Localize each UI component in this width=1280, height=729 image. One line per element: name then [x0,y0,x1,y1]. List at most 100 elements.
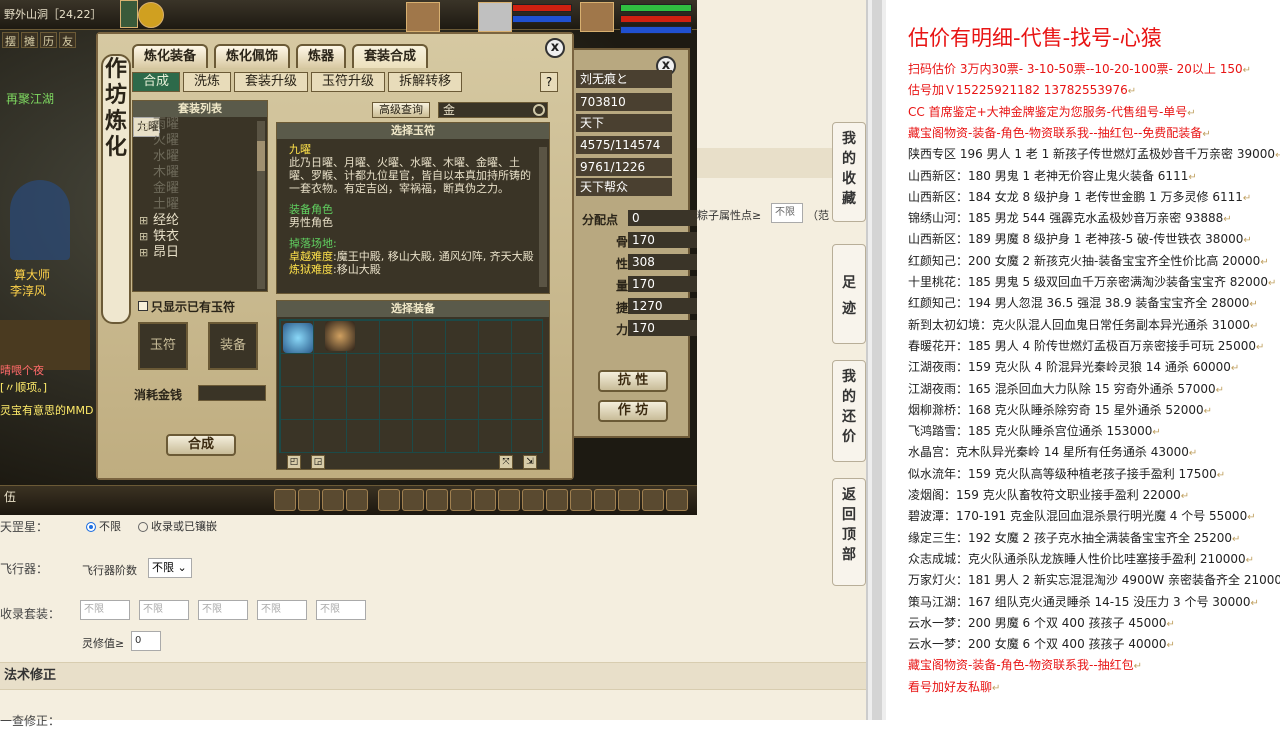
talisman-name: 九曜 [289,143,311,156]
zongzi-input[interactable]: 不限 [771,203,803,223]
set-list-item[interactable]: 火曜 [133,133,267,149]
aircraft-level-select[interactable]: 不限 ⌄ [148,558,192,578]
tab-refiner[interactable]: 炼器 [296,44,347,68]
set-input-5[interactable]: 不限 [316,600,366,620]
chat-channel[interactable]: 伍 [0,488,260,506]
attack-icon[interactable] [378,489,400,511]
set-list-item[interactable]: 雨曜 [133,117,267,133]
talisman-header: 选择玉符 [277,123,549,139]
vip-badge-icon[interactable] [138,2,164,28]
line-return-icon: ↵ [1230,363,1240,375]
only-have-toggle[interactable]: 只显示已有玉符 [138,298,235,315]
radio-unlimited[interactable]: 不限 [86,518,121,534]
workshop-button[interactable]: 作 坊 [598,400,668,422]
back-to-top-button[interactable]: 返回顶部 [832,478,866,586]
team-icon[interactable] [474,489,496,511]
compose-button[interactable]: 合成 [166,434,236,456]
page-prev-icon[interactable]: ◰ [287,455,301,469]
expand-toggle-icon[interactable]: ⊞ [139,229,148,245]
help-button[interactable]: ? [540,72,558,92]
pet-portrait-icon[interactable] [406,2,440,32]
tab-refine-accessory[interactable]: 炼化佩饰 [214,44,291,68]
search-icon[interactable] [533,104,545,116]
tab-set-compose[interactable]: 套装合成 [352,44,429,68]
guild-icon[interactable] [546,489,568,511]
expand-icon[interactable]: ⤧ [499,455,513,469]
talisman-scrollbar[interactable] [539,147,547,287]
equip-grid[interactable] [279,319,543,453]
system-icon[interactable] [618,489,640,511]
equip-slot[interactable]: 装备 [208,322,258,370]
set-list-item[interactable]: 土曜 [133,197,267,213]
page-next-icon[interactable]: ◲ [311,455,325,469]
my-favorites-button[interactable]: 我的收藏 [832,122,866,222]
set-list-item[interactable]: 木曜 [133,165,267,181]
subtab-set-upgrade[interactable]: 套装升级 [234,72,309,92]
skills-icon[interactable] [570,489,592,511]
set-list-scroll-thumb[interactable] [257,141,265,171]
set-input-4[interactable]: 不限 [257,600,307,620]
shortcut-3[interactable]: 历 [40,32,57,48]
radio-included[interactable]: 收录或已镶嵌 [138,518,217,534]
subtab-dismantle[interactable]: 拆解转移 [388,72,463,92]
search-input[interactable]: 金 [438,102,548,118]
set-list-item[interactable]: 水曜 [133,149,267,165]
task-icon[interactable] [522,489,544,511]
friends-icon[interactable] [322,489,344,511]
map-toggle-icon[interactable] [120,0,138,28]
give-icon[interactable] [426,489,448,511]
scrollbar-track[interactable] [872,0,882,720]
pet-icon[interactable] [498,489,520,511]
advanced-search-button[interactable]: 高级查询 [372,102,430,118]
notepad-line: 锦绣山河：185 男龙 544 强霹克水孟极妙音万亲密 93888↵ [908,209,1232,226]
set-input-3[interactable]: 不限 [198,600,248,620]
expand-toggle-icon[interactable]: ⊞ [139,213,148,229]
sort-icon[interactable]: ⇲ [523,455,537,469]
set-list-item[interactable]: 金曜 [133,181,267,197]
subtab-talisman-upgrade[interactable]: 玉符升级 [311,72,386,92]
chat-bubble-icon[interactable] [346,489,368,511]
radio-included-dot[interactable] [138,522,148,532]
set-input-1[interactable]: 不限 [80,600,130,620]
resist-button[interactable]: 抗 性 [598,370,668,392]
set-input-2[interactable]: 不限 [139,600,189,620]
only-have-checkbox[interactable] [138,301,148,311]
player-portrait-icon[interactable] [580,2,614,32]
items-icon[interactable] [402,489,424,511]
char-title: 天下 [576,114,672,132]
tab-refine-equip[interactable]: 炼化装备 [132,44,209,68]
npc-sprite[interactable] [10,180,70,260]
side-title-char-2: 坊 [104,82,127,108]
notepad-line-text: 云水一梦：200 男魔 6 个双 400 孩孩子 45000 [908,615,1167,630]
mic-icon[interactable] [274,489,296,511]
shop-icon[interactable] [666,489,688,511]
expand-toggle-icon[interactable]: ⊞ [139,245,148,261]
subtab-wash[interactable]: 洗炼 [183,72,232,92]
set-list-item-label: 经纶 [153,213,180,228]
set-list-item[interactable]: ⊞ 经纶 [133,213,267,229]
pet-portrait-2-icon[interactable] [478,2,512,32]
notepad-line: 藏宝阁物资-装备-角色-物资联系我--抽红包--免费配装备↵ [908,124,1211,141]
game-topbar: 野外山洞［24,22］ [0,0,697,34]
footprint-button[interactable]: 足迹 [832,244,866,344]
shortcut-1[interactable]: 摆 [2,32,19,48]
set-list-item[interactable]: ⊞ 铁衣 [133,229,267,245]
shortcut-2[interactable]: 摊 [21,32,38,48]
book-icon[interactable] [594,489,616,511]
trade-icon[interactable] [450,489,472,511]
equip-item-1[interactable] [283,323,313,353]
emote-icon[interactable] [298,489,320,511]
set-list-item-label: 铁衣 [153,229,180,244]
talisman-slot[interactable]: 玉符 [138,322,188,370]
set-list-item[interactable]: ⊞ 昂日 [133,245,267,261]
lingxiu-input[interactable]: 0 [131,631,161,651]
settings-icon[interactable] [642,489,664,511]
equip-item-2[interactable] [325,321,355,351]
my-offers-button[interactable]: 我的还价 [832,360,866,462]
subtab-compose[interactable]: 合成 [132,72,181,92]
line-return-icon: ↵ [992,682,1001,694]
dialog-close-icon[interactable]: x [545,38,565,58]
shortcut-4[interactable]: 友 [59,32,76,48]
notepad-line: 云水一梦：200 男魔 6 个双 400 孩孩子 45000↵ [908,614,1175,631]
radio-unlimited-dot[interactable] [86,522,96,532]
